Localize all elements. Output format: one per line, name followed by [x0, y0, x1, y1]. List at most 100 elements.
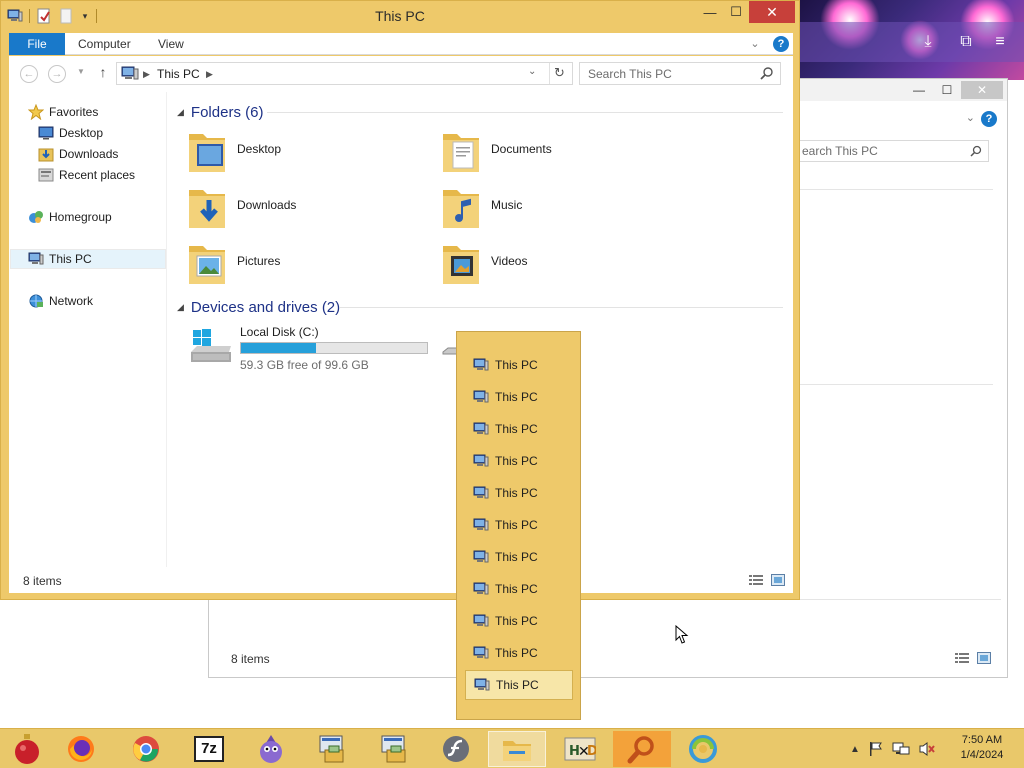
taskbar-hxd-button[interactable]: H ✕ D: [551, 731, 609, 767]
nav-recent-places[interactable]: Recent places: [38, 165, 135, 185]
background-maximize-button[interactable]: ☐: [935, 81, 959, 99]
tab-file[interactable]: File: [9, 33, 65, 55]
tab-computer[interactable]: Computer: [78, 33, 131, 55]
drive-tile-local-disk[interactable]: Local Disk (C:) 59.3 GB free of 99.6 GB: [187, 325, 437, 374]
computer-icon: [473, 646, 489, 659]
background-minimize-button[interactable]: —: [907, 81, 931, 99]
clock[interactable]: 7:50 AM 1/4/2024: [952, 733, 1012, 763]
computer-icon: [473, 358, 489, 371]
up-button[interactable]: ↑: [95, 64, 111, 82]
window-title: This PC: [375, 8, 425, 24]
taskbar-installer-button-2[interactable]: [366, 731, 424, 767]
jump-list-item[interactable]: This PC: [465, 638, 573, 668]
breadcrumb-arrow-icon[interactable]: ▶: [206, 69, 213, 80]
jump-list-item[interactable]: This PC: [465, 446, 573, 476]
maximize-button[interactable]: ☐: [723, 1, 749, 23]
jump-list-item[interactable]: This PC: [465, 542, 573, 572]
address-dropdown-icon[interactable]: ⌄: [528, 66, 536, 77]
nav-desktop[interactable]: Desktop: [38, 123, 103, 143]
details-view-icon[interactable]: [749, 574, 763, 586]
breadcrumb[interactable]: This PC: [157, 67, 200, 81]
taskbar-ornament-button[interactable]: [0, 731, 54, 767]
address-bar[interactable]: ▶ This PC ▶ ⌄ ↻: [116, 62, 573, 85]
content-area: Favorites Desktop Downloads Recent place…: [9, 92, 793, 567]
nav-downloads[interactable]: Downloads: [38, 144, 118, 164]
taskbar-search-button[interactable]: [613, 731, 671, 767]
forward-button[interactable]: →: [48, 65, 66, 83]
jump-list-item-label: This PC: [495, 582, 538, 596]
taskbar-installer-button[interactable]: [304, 731, 362, 767]
jump-list-item[interactable]: This PC: [465, 382, 573, 412]
background-content: [215, 599, 1001, 671]
expand-ribbon-chevron-icon[interactable]: ⌄: [747, 36, 763, 52]
back-button[interactable]: ←: [20, 65, 38, 83]
taskbar-browser-button[interactable]: [674, 731, 732, 767]
recent-locations-icon[interactable]: ▼: [77, 67, 85, 76]
jump-list-item-label: This PC: [495, 550, 538, 564]
background-close-button[interactable]: ✕: [961, 81, 1003, 99]
folder-tile-downloads[interactable]: Downloads: [187, 182, 427, 234]
nav-desktop-label: Desktop: [59, 126, 104, 140]
show-hidden-icons-icon[interactable]: ▲: [850, 744, 860, 755]
taskbar-firefox-button[interactable]: [52, 731, 110, 767]
help-button[interactable]: ?: [773, 36, 789, 52]
chevron-down-icon[interactable]: ⌄: [966, 111, 975, 124]
breadcrumb-arrow-icon[interactable]: ▶: [143, 69, 150, 80]
tiles-view-icon[interactable]: [977, 652, 991, 664]
search-input[interactable]: Search This PC: [579, 62, 781, 85]
desktop-folder-icon: [189, 134, 225, 172]
volume-muted-icon[interactable]: [918, 741, 936, 757]
search-icon[interactable]: [760, 66, 774, 80]
jump-list-item-label: This PC: [495, 614, 538, 628]
folder-label: Pictures: [237, 254, 281, 268]
group-header-folders[interactable]: ◢ Folders (6): [177, 102, 785, 122]
jump-list-item[interactable]: This PC: [465, 574, 573, 604]
folder-tile-music[interactable]: Music: [441, 182, 681, 234]
taskbar-file-explorer-button[interactable]: [488, 731, 546, 767]
jump-list-item[interactable]: This PC: [465, 414, 573, 444]
taskbar-chrome-button[interactable]: [117, 731, 175, 767]
background-search-input[interactable]: earch This PC: [797, 140, 989, 162]
tab-view[interactable]: View: [158, 33, 184, 55]
navigation-pane: Favorites Desktop Downloads Recent place…: [9, 92, 167, 567]
jump-list-item-label: This PC: [495, 358, 538, 372]
nav-favorites-label: Favorites: [49, 105, 99, 119]
view-switcher: [749, 574, 785, 586]
star-icon: [28, 104, 44, 120]
close-button[interactable]: ✕: [749, 1, 795, 23]
jump-list-item[interactable]: This PC: [465, 478, 573, 508]
tiles-view-icon[interactable]: [771, 574, 785, 586]
nav-favorites[interactable]: Favorites: [28, 102, 98, 122]
download-icon[interactable]: ⤓: [918, 32, 938, 52]
collapse-triangle-icon[interactable]: ◢: [177, 302, 184, 313]
refresh-icon[interactable]: ↻: [554, 65, 565, 81]
folder-tile-desktop[interactable]: Desktop: [187, 126, 427, 178]
details-view-icon[interactable]: [955, 652, 969, 664]
jump-list-item[interactable]: This PC: [465, 510, 573, 540]
drive-usage-bar: [240, 342, 428, 354]
taskbar-7zip-button[interactable]: 7z: [180, 731, 238, 767]
folder-tile-documents[interactable]: Documents: [441, 126, 681, 178]
collapse-triangle-icon[interactable]: ◢: [177, 107, 184, 118]
action-center-flag-icon[interactable]: [868, 741, 884, 757]
flash-icon: [443, 736, 469, 762]
minimize-button[interactable]: —: [697, 1, 723, 23]
taskbar-flash-button[interactable]: [427, 731, 485, 767]
jump-list-item[interactable]: This PC: [465, 670, 573, 700]
jump-list-item[interactable]: This PC: [465, 606, 573, 636]
extensions-icon[interactable]: ⧉: [956, 32, 976, 52]
jump-list-item[interactable]: This PC: [465, 350, 573, 380]
group-header-devices[interactable]: ◢ Devices and drives (2): [177, 297, 785, 317]
folder-tile-videos[interactable]: Videos: [441, 238, 681, 290]
nav-network[interactable]: Network: [28, 291, 93, 311]
nav-this-pc[interactable]: This PC: [28, 249, 92, 269]
installer-icon: [319, 735, 344, 763]
folder-tile-pictures[interactable]: Pictures: [187, 238, 427, 290]
taskbar-pidgin-button[interactable]: [242, 731, 300, 767]
divider: [339, 307, 783, 308]
nav-homegroup[interactable]: Homegroup: [28, 207, 112, 227]
group-title-folders: Folders (6): [190, 103, 264, 121]
network-status-icon[interactable]: [892, 741, 910, 757]
help-icon[interactable]: ?: [981, 111, 997, 127]
menu-icon[interactable]: ≡: [990, 32, 1010, 52]
